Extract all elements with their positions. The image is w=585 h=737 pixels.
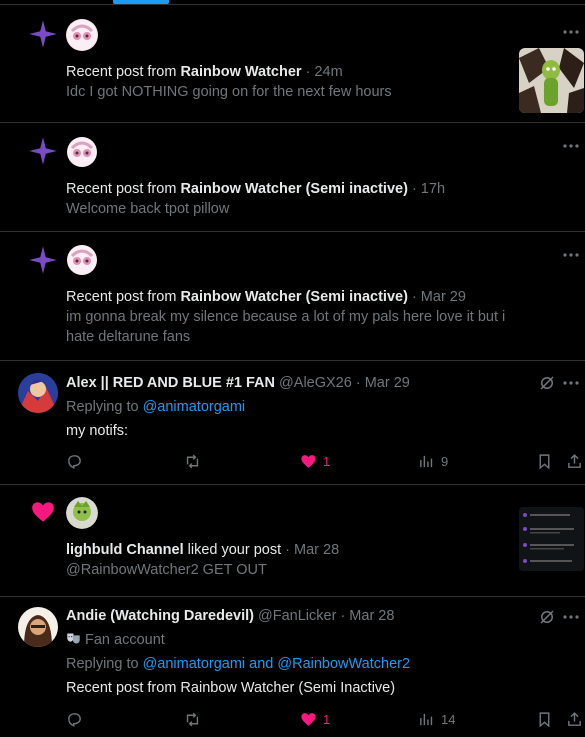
author-name[interactable]: Alex || RED AND BLUE #1 FAN bbox=[66, 375, 275, 391]
notification-heading: lighbuld Channel liked your post · Mar 2… bbox=[66, 540, 339, 560]
lighbuld-avatar[interactable] bbox=[66, 497, 98, 529]
notification-prefix: Recent post from bbox=[66, 289, 181, 305]
author-name[interactable]: Rainbow Watcher (Semi inactive) bbox=[180, 181, 407, 197]
share-button[interactable] bbox=[566, 453, 583, 470]
post-time[interactable]: · 17h bbox=[412, 181, 445, 197]
author-handle[interactable]: @AleGX26 bbox=[279, 375, 352, 391]
heart-filled-icon bbox=[301, 455, 316, 468]
reply-post-andie[interactable]: Andie (Watching Daredevil) @FanLicker · … bbox=[0, 597, 585, 737]
fan-account-text: Fan account bbox=[85, 632, 165, 648]
like-count: 1 bbox=[323, 454, 331, 469]
author-name[interactable]: Andie (Watching Daredevil) bbox=[66, 608, 254, 624]
fan-account-label: Fan account bbox=[66, 630, 165, 650]
rainbow-watcher-avatar[interactable] bbox=[66, 244, 98, 276]
replying-label: Replying to bbox=[66, 656, 143, 672]
post-preview: Welcome back tpot pillow bbox=[66, 201, 230, 217]
notification-heading: Recent post from Rainbow Watcher (Semi i… bbox=[66, 287, 466, 307]
repost-button[interactable] bbox=[184, 711, 201, 728]
like-button[interactable]: 1 bbox=[300, 711, 330, 728]
alex-avatar[interactable] bbox=[18, 373, 58, 413]
bookmark-icon bbox=[539, 712, 550, 728]
more-options-button[interactable] bbox=[561, 24, 581, 40]
replying-to-handle[interactable]: @animatorgami bbox=[143, 399, 246, 415]
replying-label: Replying to bbox=[66, 399, 143, 415]
post-text: my notifs: bbox=[66, 423, 129, 439]
sparkle-icon bbox=[29, 246, 57, 274]
more-options-button[interactable] bbox=[561, 138, 581, 154]
bookmark-button[interactable] bbox=[536, 453, 553, 470]
reply-button[interactable] bbox=[66, 453, 83, 470]
share-icon bbox=[568, 454, 581, 468]
share-icon bbox=[568, 712, 581, 726]
repost-button[interactable] bbox=[184, 453, 201, 470]
notification-heading: Recent post from Rainbow Watcher · 24m bbox=[66, 62, 343, 82]
like-count: 1 bbox=[323, 712, 331, 727]
author-name[interactable]: Rainbow Watcher (Semi inactive) bbox=[180, 289, 407, 305]
liked-post-thumbnail[interactable] bbox=[519, 507, 584, 571]
post-preview: Idc I got NOTHING going on for the next … bbox=[66, 84, 392, 100]
more-options-button[interactable] bbox=[561, 375, 581, 391]
notification-prefix: Recent post from bbox=[66, 181, 181, 197]
reply-icon bbox=[68, 713, 81, 727]
grok-icon[interactable] bbox=[538, 374, 556, 392]
author-name[interactable]: Rainbow Watcher bbox=[180, 64, 301, 80]
post-header: Alex || RED AND BLUE #1 FAN @AleGX26 · M… bbox=[66, 373, 410, 393]
view-count: 9 bbox=[441, 454, 449, 469]
notification-like[interactable]: lighbuld Channel liked your post · Mar 2… bbox=[0, 485, 585, 597]
notification-prefix: Recent post from bbox=[66, 64, 181, 80]
views-button[interactable]: 9 bbox=[418, 453, 448, 470]
sparkle-icon bbox=[29, 20, 57, 48]
heart-icon bbox=[32, 502, 54, 522]
rainbow-watcher-avatar[interactable] bbox=[66, 19, 98, 51]
repost-icon bbox=[186, 454, 199, 469]
rainbow-watcher-avatar[interactable] bbox=[66, 136, 98, 168]
post-preview-line-1: im gonna break my silence because a lot … bbox=[66, 309, 506, 325]
like-action-text: liked your post bbox=[183, 542, 282, 558]
liker-name[interactable]: lighbuld Channel bbox=[66, 542, 184, 558]
replying-to: Replying to @animatorgami and @RainbowWa… bbox=[66, 654, 410, 674]
sparkle-icon bbox=[29, 137, 57, 165]
post-header: Andie (Watching Daredevil) @FanLicker · … bbox=[66, 606, 394, 626]
notification-new-post-1[interactable]: Recent post from Rainbow Watcher · 24m I… bbox=[0, 5, 585, 123]
replying-to: Replying to @animatorgami bbox=[66, 397, 245, 417]
share-button[interactable] bbox=[566, 711, 583, 728]
theater-masks-icon bbox=[67, 633, 80, 644]
author-handle[interactable]: @FanLicker bbox=[258, 608, 336, 624]
bookmark-button[interactable] bbox=[536, 711, 553, 728]
replying-to-handles[interactable]: @animatorgami and @RainbowWatcher2 bbox=[143, 656, 410, 672]
post-preview: @RainbowWatcher2 GET OUT bbox=[66, 562, 267, 578]
post-preview-line-2: hate deltarune fans bbox=[66, 329, 191, 345]
notification-heading: Recent post from Rainbow Watcher (Semi i… bbox=[66, 179, 445, 199]
more-options-button[interactable] bbox=[561, 609, 581, 625]
post-media-thumbnail[interactable] bbox=[519, 48, 584, 113]
heart-filled-icon bbox=[301, 713, 316, 726]
notification-new-post-2[interactable]: Recent post from Rainbow Watcher (Semi i… bbox=[0, 123, 585, 232]
bookmark-icon bbox=[539, 454, 550, 470]
post-time[interactable]: · Mar 28 bbox=[340, 608, 394, 624]
post-time[interactable]: · 24m bbox=[306, 64, 343, 80]
notification-new-post-3[interactable]: Recent post from Rainbow Watcher (Semi i… bbox=[0, 232, 585, 361]
reply-post-alex[interactable]: Alex || RED AND BLUE #1 FAN @AleGX26 · M… bbox=[0, 361, 585, 485]
view-count: 14 bbox=[441, 712, 456, 727]
views-icon bbox=[420, 455, 433, 468]
reply-button[interactable] bbox=[66, 711, 83, 728]
post-text: Recent post from Rainbow Watcher (Semi I… bbox=[66, 680, 396, 696]
post-time[interactable]: · Mar 28 bbox=[285, 542, 339, 558]
post-time[interactable]: · Mar 29 bbox=[412, 289, 466, 305]
views-icon bbox=[420, 713, 433, 726]
like-button[interactable]: 1 bbox=[300, 453, 330, 470]
views-button[interactable]: 14 bbox=[418, 711, 455, 728]
repost-icon bbox=[186, 712, 199, 727]
post-time[interactable]: · Mar 29 bbox=[356, 375, 410, 391]
more-options-button[interactable] bbox=[561, 247, 581, 263]
reply-icon bbox=[68, 455, 81, 469]
grok-icon[interactable] bbox=[538, 608, 556, 626]
andie-avatar[interactable] bbox=[18, 607, 58, 647]
